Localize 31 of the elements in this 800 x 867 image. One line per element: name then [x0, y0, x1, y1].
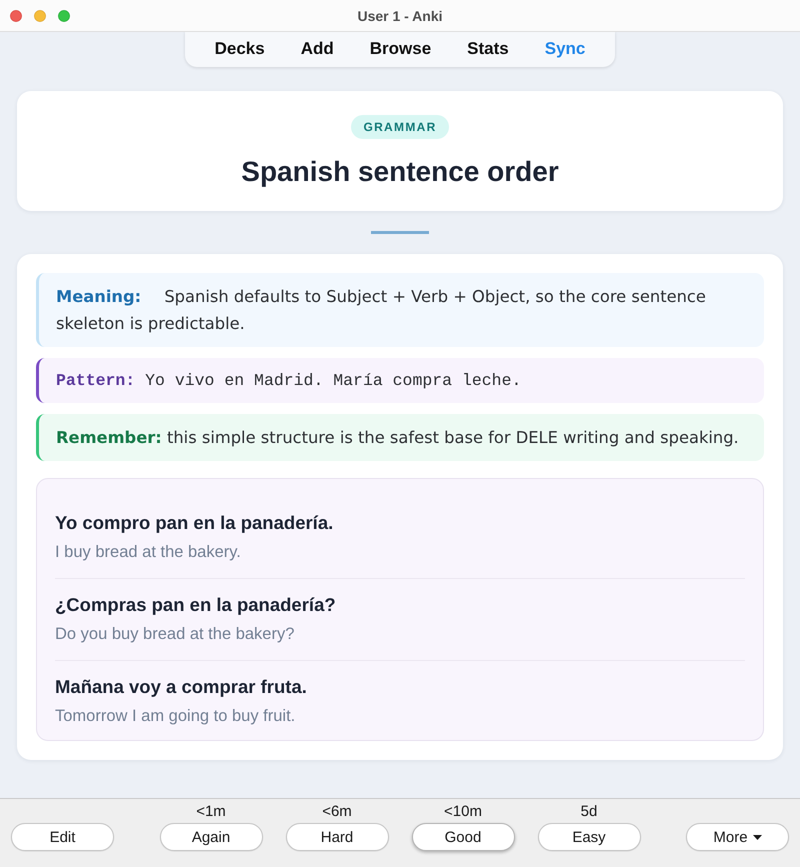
- example-sentence: Mañana voy a comprar fruta.: [55, 675, 308, 699]
- toolbar-link[interactable]: Sync: [534, 35, 596, 63]
- note-text: Meaning: Spanish defaults to Subject + Verb + Object, so the core sentence skeleton is predictable.: [56, 286, 707, 335]
- example-translation: Tomorrow I am going to buy fruit.: [55, 706, 296, 727]
- answer-button[interactable]: Good: [412, 823, 514, 851]
- example-sentence: Yo compro pan en la panadería.: [55, 511, 334, 535]
- card-title: Spanish sentence order: [241, 155, 559, 189]
- answer-button[interactable]: Easy: [538, 823, 640, 851]
- close-icon[interactable]: [10, 10, 22, 22]
- minimize-icon[interactable]: [34, 10, 46, 22]
- example-translation: I buy bread at the bakery.: [55, 542, 242, 563]
- interval-label: <10m: [444, 803, 482, 821]
- toolbar-link[interactable]: Decks: [204, 35, 276, 63]
- toolbar-link[interactable]: Stats: [456, 35, 520, 63]
- interval-label: <1m: [196, 803, 226, 821]
- caret-icon: [752, 834, 762, 840]
- note-text: Remember: this simple structure is the safest base for DELE writing and speaking.: [56, 427, 740, 449]
- note-text: Pattern: Yo vivo en Madrid. María compra leche.: [56, 370, 522, 392]
- example-sentence: ¿Compras pan en la panadería?: [55, 593, 337, 617]
- interval-label: <6m: [322, 803, 352, 821]
- window-title: User 1 - Anki: [357, 8, 443, 24]
- edit-button[interactable]: Edit: [11, 823, 114, 851]
- category-tag: GRAMMAR: [351, 115, 449, 139]
- maximize-icon[interactable]: [58, 10, 70, 22]
- answer-button[interactable]: Again: [160, 823, 262, 851]
- toolbar-link[interactable]: Browse: [358, 35, 442, 63]
- answer-button[interactable]: Hard: [286, 823, 388, 851]
- example-translation: Do you buy bread at the bakery?: [55, 624, 296, 645]
- interval-label: 5d: [580, 803, 598, 821]
- toolbar-link[interactable]: Add: [290, 35, 345, 63]
- more-button[interactable]: More: [686, 823, 789, 851]
